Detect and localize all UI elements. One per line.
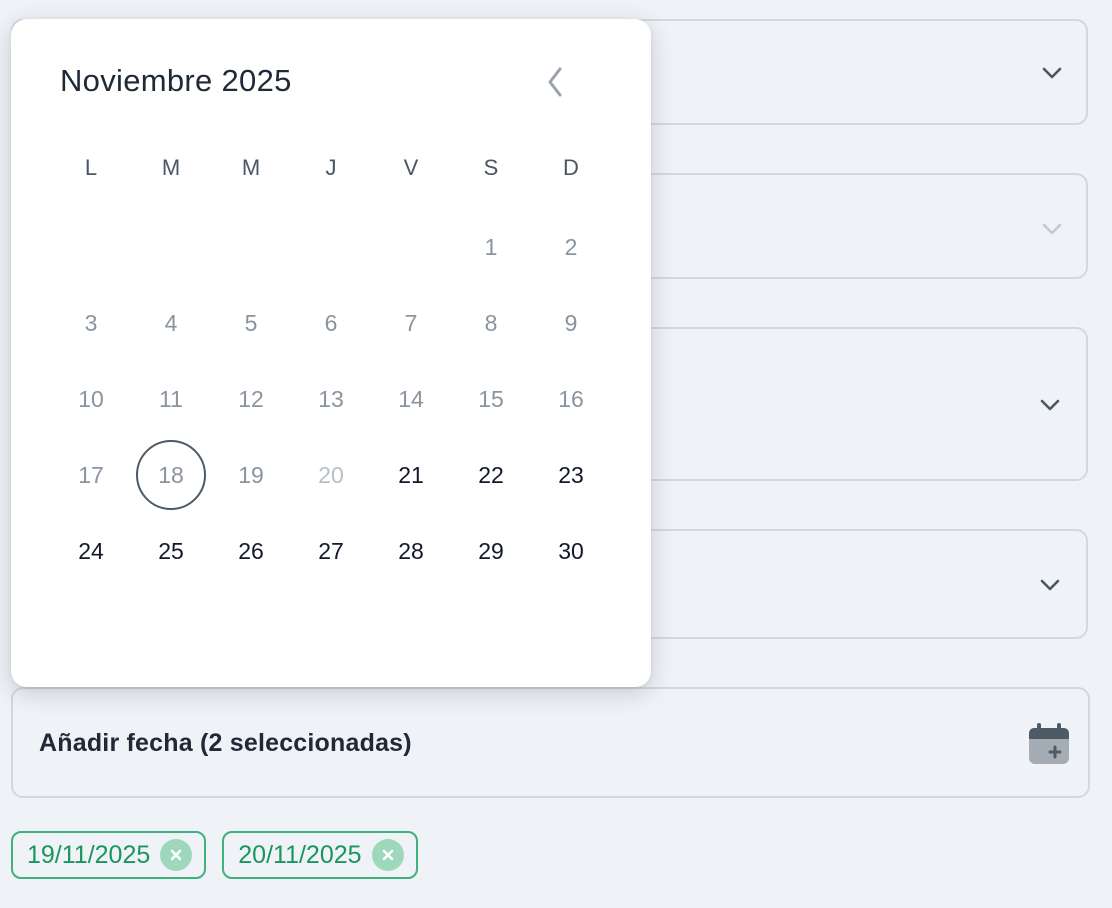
weekday-label: L xyxy=(84,155,98,180)
calendar-empty-cell xyxy=(131,209,211,285)
weekday-header: L M M J V S D xyxy=(51,155,611,181)
calendar-day: 8 xyxy=(451,285,531,361)
calendar-day-label: 9 xyxy=(564,309,578,336)
calendar-day-label: 19 xyxy=(238,461,264,488)
chevron-down-icon xyxy=(1038,393,1062,417)
chevron-left-icon xyxy=(548,67,562,97)
calendar-day-label: 3 xyxy=(84,309,98,336)
calendar-day-label: 4 xyxy=(164,309,178,336)
date-chip-label: 20/11/2025 xyxy=(238,840,362,869)
calendar-day: 11 xyxy=(131,361,211,437)
calendar-day: 10 xyxy=(51,361,131,437)
calendar-day-label: 26 xyxy=(238,537,264,564)
calendar-day[interactable]: 22 xyxy=(451,437,531,513)
calendar-day-label: 27 xyxy=(318,537,344,564)
date-picker-popup: Noviembre 2025 L M M J V S D 1 2 3 4 5 6 7 8 9 10… xyxy=(11,19,651,687)
calendar-day[interactable]: 25 xyxy=(131,513,211,589)
calendar-day: 3 xyxy=(51,285,131,361)
weekday-label: V xyxy=(403,155,419,180)
calendar-day: 14 xyxy=(371,361,451,437)
close-icon xyxy=(382,849,393,861)
calendar-day: 17 xyxy=(51,437,131,513)
calendar-day: 19 xyxy=(211,437,291,513)
calendar-day: 20 xyxy=(291,437,371,513)
calendar-day-label: 23 xyxy=(558,461,584,488)
remove-date-button[interactable] xyxy=(371,839,404,871)
calendar-empty-cell xyxy=(51,209,131,285)
calendar-day-label: 11 xyxy=(159,385,183,412)
calendar-day[interactable]: 29 xyxy=(451,513,531,589)
calendar-day: 12 xyxy=(211,361,291,437)
date-chip: 19/11/2025 xyxy=(11,831,207,879)
calendar-day: 9 xyxy=(531,285,611,361)
calendar-empty-cell xyxy=(291,209,371,285)
calendar-day: 6 xyxy=(291,285,371,361)
calendar-day-label: 10 xyxy=(78,385,104,412)
calendar-day: 15 xyxy=(451,361,531,437)
calendar-day-label: 8 xyxy=(484,309,498,336)
chevron-down-icon xyxy=(1040,61,1064,85)
calendar-day[interactable]: 24 xyxy=(51,513,131,589)
calendar-day-label: 2 xyxy=(564,233,578,260)
weekday-label: D xyxy=(563,155,579,180)
calendar-week-row: 3 4 5 6 7 8 9 xyxy=(51,285,611,361)
month-title: Noviembre 2025 xyxy=(60,63,292,98)
chevron-down-icon xyxy=(1040,217,1064,241)
calendar-week-row: 12 xyxy=(51,209,611,285)
calendar-day-label: 29 xyxy=(478,537,504,564)
calendar-day-label: 30 xyxy=(558,537,584,564)
calendar-day-label: 13 xyxy=(318,385,344,412)
calendar-day[interactable]: 27 xyxy=(291,513,371,589)
calendar-day: 16 xyxy=(531,361,611,437)
chevron-down-icon xyxy=(1038,573,1062,597)
add-date-label: Añadir fecha (2 seleccionadas) xyxy=(39,729,412,757)
remove-date-button[interactable] xyxy=(160,839,193,871)
add-date-field[interactable]: Añadir fecha (2 seleccionadas) xyxy=(11,687,1090,798)
calendar-day-label: 16 xyxy=(558,385,584,412)
previous-month-button[interactable] xyxy=(541,65,571,99)
weekday-label: S xyxy=(483,155,499,180)
calendar-day-label: 20 xyxy=(318,461,344,488)
calendar-week-row: 17 18 19 20 21 22 23 xyxy=(51,437,611,513)
calendar-day-today: 18 xyxy=(131,437,211,513)
calendar-day-label: 17 xyxy=(78,461,104,488)
calendar-day[interactable]: 28 xyxy=(371,513,451,589)
calendar-day[interactable]: 26 xyxy=(211,513,291,589)
date-chip-label: 19/11/2025 xyxy=(27,840,151,869)
selected-dates-list: 19/11/2025 20/11/2025 xyxy=(11,831,418,879)
calendar-empty-cell xyxy=(371,209,451,285)
calendar-day-label: 15 xyxy=(478,385,504,412)
day-grid: 1 2 3 4 5 6 7 8 9 10 11 12 13 14 15 16 17 18 19 20 21 22 23 24 2… xyxy=(51,209,611,589)
calendar-day-label: 5 xyxy=(244,309,258,336)
weekday-label: M xyxy=(241,155,261,180)
calendar-day: 4 xyxy=(131,285,211,361)
calendar-day-label: 25 xyxy=(158,537,184,564)
calendar-day-label: 21 xyxy=(398,461,424,488)
calendar-day-label: 14 xyxy=(398,385,424,412)
calendar-empty-cell xyxy=(211,209,291,285)
calendar-day: 13 xyxy=(291,361,371,437)
close-icon xyxy=(170,849,182,861)
calendar-day[interactable]: 30 xyxy=(531,513,611,589)
calendar-day: 5 xyxy=(211,285,291,361)
calendar-day: 1 xyxy=(451,209,531,285)
calendar-day[interactable]: 23 xyxy=(531,437,611,513)
calendar-plus-icon[interactable] xyxy=(1028,723,1070,770)
calendar-day-label: 18 xyxy=(158,461,184,488)
calendar-day: 7 xyxy=(371,285,451,361)
weekday-label: M xyxy=(161,155,181,180)
calendar-day-label: 22 xyxy=(478,461,504,488)
calendar-week-row: 10 11 12 13 14 15 16 xyxy=(51,361,611,437)
date-chip: 20/11/2025 xyxy=(222,831,418,879)
calendar-day-label: 7 xyxy=(404,309,418,336)
calendar-day-label: 1 xyxy=(484,233,498,260)
calendar-day: 2 xyxy=(531,209,611,285)
calendar-day-label: 6 xyxy=(324,309,338,336)
calendar-week-row: 24 25 26 27 28 29 30 xyxy=(51,513,611,589)
weekday-label: J xyxy=(325,155,337,180)
calendar-day-label: 24 xyxy=(78,537,104,564)
calendar-day-label: 12 xyxy=(238,385,264,412)
calendar-day[interactable]: 21 xyxy=(371,437,451,513)
calendar-day-label: 28 xyxy=(398,537,424,564)
